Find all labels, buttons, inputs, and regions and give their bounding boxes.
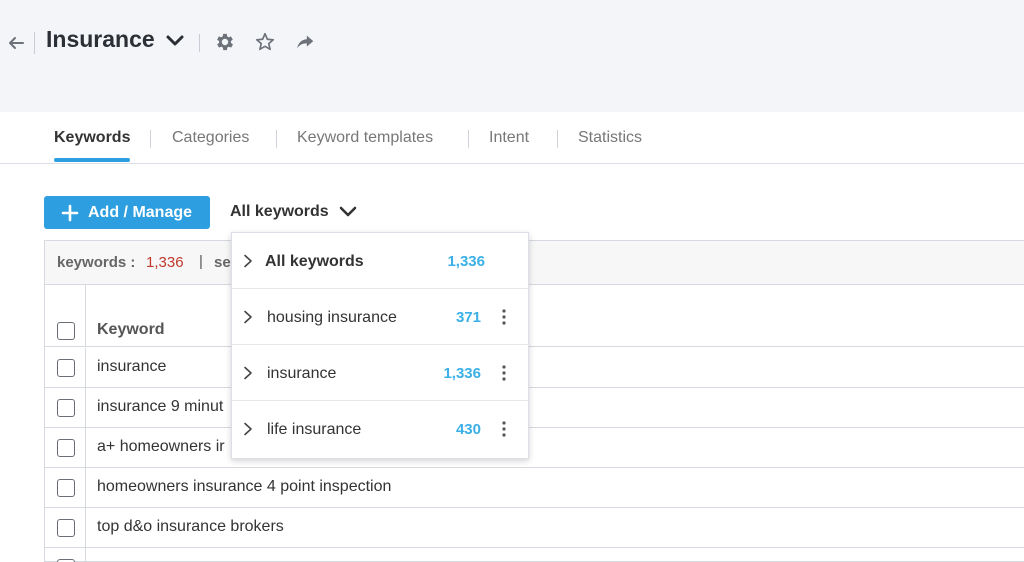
more-options-icon[interactable] [500,307,508,327]
keyword-column-header[interactable]: Keyword [97,321,165,339]
dropdown-item-all-keywords[interactable]: All keywords 1,336 [232,233,530,289]
keywords-count-value: 1,336 [146,254,184,271]
column-divider [85,348,86,388]
tab-divider [468,130,469,148]
keyword-cell: top d&o insurance brokers [97,518,284,535]
tab-divider [276,130,277,148]
divider [199,34,200,52]
dropdown-item-life-insurance[interactable]: life insurance 430 [232,401,530,457]
gear-icon[interactable] [214,31,236,53]
table-header [45,285,1024,347]
plus-icon [61,204,79,221]
dropdown-item-housing-insurance[interactable]: housing insurance 371 [232,289,530,345]
keyword-cell: homeowners insurance 4 point inspection [97,478,392,495]
more-options-icon[interactable] [500,363,508,383]
share-icon[interactable] [294,31,316,53]
row-checkbox[interactable] [57,519,75,537]
table-row[interactable]: top d&o insurance brokers [45,508,1024,548]
table-row[interactable]: a+ homeowners ir [45,428,1024,468]
row-checkbox[interactable] [57,399,75,417]
column-divider [85,468,86,508]
keyword-cell: insurance 9 minut [97,398,224,415]
column-divider [85,388,86,428]
select-all-checkbox[interactable] [57,322,75,340]
dropdown-item-label: housing insurance [267,309,397,326]
row-checkbox[interactable] [57,439,75,457]
table-row[interactable]: insurance [45,348,1024,388]
table-row[interactable]: insurance 9 minut [45,388,1024,428]
tab-bar: Keywords Categories Keyword templates In… [0,112,1024,164]
dropdown-item-label: insurance [267,365,337,382]
column-divider [85,548,86,562]
dropdown-item-insurance[interactable]: insurance 1,336 [232,345,530,401]
dropdown-item-label: life insurance [267,421,362,438]
dropdown-item-count: 430 [455,421,481,438]
tab-divider [150,130,151,148]
top-bar: Insurance [0,0,1024,112]
chevron-down-icon[interactable] [165,34,185,48]
dropdown-item-count: 1,336 [443,365,481,382]
tab-keywords[interactable]: Keywords [54,129,130,147]
column-divider [85,428,86,468]
table-row[interactable] [45,548,1024,562]
table-row[interactable]: homeowners insurance 4 point inspection [45,468,1024,508]
keyword-cell: insurance [97,358,167,375]
row-checkbox[interactable] [57,479,75,497]
tab-statistics[interactable]: Statistics [578,129,642,147]
summary-separator: | [199,253,203,270]
keywords-count-label: keywords : [57,254,136,271]
column-divider [85,285,86,347]
chevron-right-icon[interactable] [243,366,253,380]
tab-divider [557,130,558,148]
dropdown-item-label: All keywords [265,253,364,270]
dropdown-item-count: 1,336 [447,253,485,270]
summary-next-label: se [214,254,231,271]
chevron-right-icon[interactable] [243,254,253,268]
back-arrow-icon[interactable] [6,33,26,53]
keywords-table: keywords : 1,336 | se Keyword insurance … [44,240,1024,562]
column-divider [85,508,86,548]
tab-categories[interactable]: Categories [172,129,249,147]
keyword-filter-dropdown[interactable]: All keywords [230,203,329,221]
chevron-right-icon[interactable] [243,422,253,436]
add-manage-button[interactable]: Add / Manage [44,196,210,229]
active-tab-indicator [54,158,130,162]
star-icon[interactable] [254,31,276,53]
chevron-right-icon[interactable] [243,310,253,324]
keyword-cell: a+ homeowners ir [97,438,225,455]
chevron-down-icon[interactable] [339,205,357,219]
more-options-icon[interactable] [500,419,508,439]
keyword-group-dropdown-menu: All keywords 1,336 housing insurance 371… [231,232,530,459]
tab-keyword-templates[interactable]: Keyword templates [297,129,433,147]
keywords-summary-bar: keywords : 1,336 | se [45,241,1024,285]
row-checkbox[interactable] [57,359,75,377]
page-title: Insurance [46,26,155,52]
dropdown-item-count: 371 [455,309,481,326]
add-manage-label: Add / Manage [88,203,193,221]
divider [34,32,35,54]
tab-intent[interactable]: Intent [489,129,529,147]
